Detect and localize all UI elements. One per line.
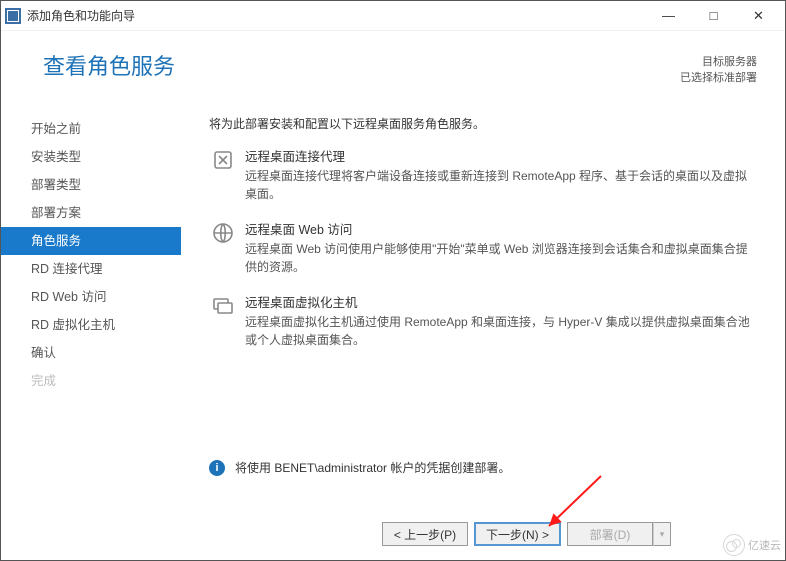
wizard-footer: < 上一步(P) 下一步(N) > 部署(D) ▾ 取消 — [382, 522, 763, 546]
virtualization-host-icon — [209, 292, 237, 320]
previous-button[interactable]: < 上一步(P) — [382, 522, 468, 546]
target-label: 目标服务器 — [680, 53, 757, 69]
window-title: 添加角色和功能向导 — [27, 7, 646, 24]
watermark-logo-icon — [723, 534, 745, 556]
info-text: 将使用 BENET\administrator 帐户的凭据创建部署。 — [235, 459, 510, 476]
minimize-button[interactable]: — — [646, 2, 691, 30]
service-desc: 远程桌面虚拟化主机通过使用 RemoteApp 和桌面连接，与 Hyper-V … — [245, 313, 757, 349]
sidebar-item-deployment-scenario[interactable]: 部署方案 — [1, 199, 181, 227]
service-rd-connection-broker: 远程桌面连接代理 远程桌面连接代理将客户端设备连接或重新连接到 RemoteAp… — [209, 146, 757, 203]
intro-text: 将为此部署安装和配置以下远程桌面服务角色服务。 — [209, 115, 757, 132]
wizard-content: 将为此部署安装和配置以下远程桌面服务角色服务。 远程桌面连接代理 远程桌面连接代… — [181, 89, 785, 519]
sidebar-item-confirmation[interactable]: 确认 — [1, 339, 181, 367]
service-text: 远程桌面虚拟化主机 远程桌面虚拟化主机通过使用 RemoteApp 和桌面连接，… — [245, 292, 757, 349]
sidebar-item-rd-connection-broker[interactable]: RD 连接代理 — [1, 255, 181, 283]
service-text: 远程桌面连接代理 远程桌面连接代理将客户端设备连接或重新连接到 RemoteAp… — [245, 146, 757, 203]
wizard-body: 开始之前 安装类型 部署类型 部署方案 角色服务 RD 连接代理 RD Web … — [1, 89, 785, 519]
service-desc: 远程桌面连接代理将客户端设备连接或重新连接到 RemoteApp 程序、基于会话… — [245, 167, 757, 203]
sidebar-item-rd-virtualization-host[interactable]: RD 虚拟化主机 — [1, 311, 181, 339]
next-button[interactable]: 下一步(N) > — [474, 522, 561, 546]
watermark: 亿速云 — [723, 534, 781, 556]
service-title: 远程桌面 Web 访问 — [245, 219, 757, 238]
target-value: 已选择标准部署 — [680, 69, 757, 85]
web-access-icon — [209, 219, 237, 247]
service-rd-virtualization-host: 远程桌面虚拟化主机 远程桌面虚拟化主机通过使用 RemoteApp 和桌面连接，… — [209, 292, 757, 349]
wizard-sidebar: 开始之前 安装类型 部署类型 部署方案 角色服务 RD 连接代理 RD Web … — [1, 89, 181, 519]
service-text: 远程桌面 Web 访问 远程桌面 Web 访问使用户能够使用"开始"菜单或 We… — [245, 219, 757, 276]
maximize-button[interactable]: □ — [691, 2, 736, 30]
sidebar-item-rd-web-access[interactable]: RD Web 访问 — [1, 283, 181, 311]
sidebar-item-completion: 完成 — [1, 367, 181, 395]
deploy-button-group: 部署(D) ▾ — [567, 522, 671, 546]
close-button[interactable]: ✕ — [736, 2, 781, 30]
app-icon — [5, 8, 21, 24]
info-icon: i — [209, 460, 225, 476]
service-title: 远程桌面虚拟化主机 — [245, 292, 757, 311]
deploy-button: 部署(D) — [567, 522, 653, 546]
connection-broker-icon — [209, 146, 237, 174]
page-title: 查看角色服务 — [43, 49, 680, 85]
sidebar-item-installation-type[interactable]: 安装类型 — [1, 143, 181, 171]
sidebar-item-before-you-begin[interactable]: 开始之前 — [1, 115, 181, 143]
wizard-header: 查看角色服务 目标服务器 已选择标准部署 — [1, 31, 785, 89]
sidebar-item-role-services[interactable]: 角色服务 — [1, 227, 181, 255]
window-controls: — □ ✕ — [646, 2, 781, 30]
window-titlebar: 添加角色和功能向导 — □ ✕ — [1, 1, 785, 31]
info-line: i 将使用 BENET\administrator 帐户的凭据创建部署。 — [209, 459, 757, 476]
service-desc: 远程桌面 Web 访问使用户能够使用"开始"菜单或 Web 浏览器连接到会话集合… — [245, 240, 757, 276]
service-rd-web-access: 远程桌面 Web 访问 远程桌面 Web 访问使用户能够使用"开始"菜单或 We… — [209, 219, 757, 276]
deploy-dropdown-arrow: ▾ — [653, 522, 671, 546]
watermark-text: 亿速云 — [748, 537, 781, 553]
service-title: 远程桌面连接代理 — [245, 146, 757, 165]
header-target-info: 目标服务器 已选择标准部署 — [680, 49, 757, 85]
sidebar-item-deployment-type[interactable]: 部署类型 — [1, 171, 181, 199]
